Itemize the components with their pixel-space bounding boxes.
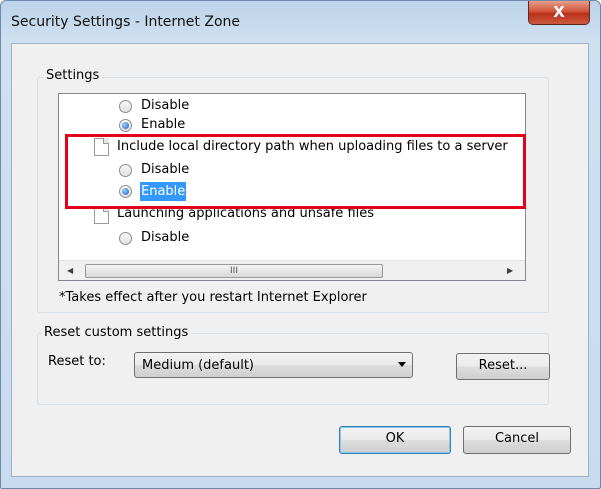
reset-level-select[interactable]: Medium (default) [134, 352, 413, 378]
settings-tree-list[interactable]: Disable Enable Include local directory p… [58, 93, 526, 281]
reset-group-label: Reset custom settings [41, 325, 192, 340]
radio-disable[interactable] [119, 100, 132, 113]
scroll-left-icon[interactable]: ◀ [67, 266, 73, 275]
horizontal-scrollbar[interactable]: ◀ III ▶ [59, 260, 525, 280]
category-label: Launching applications and unsafe files [117, 206, 375, 221]
radio-enable[interactable] [119, 185, 132, 198]
reset-to-label: Reset to: [48, 354, 106, 369]
option-label-selected: Enable [140, 182, 187, 201]
scroll-right-icon[interactable]: ▶ [507, 266, 513, 275]
restart-note: *Takes effect after you restart Internet… [59, 290, 367, 305]
radio-enable[interactable] [119, 119, 132, 132]
window-title: Security Settings - Internet Zone [11, 14, 240, 30]
security-settings-dialog: Security Settings - Internet Zone X Sett… [0, 0, 601, 489]
close-icon: X [553, 3, 565, 21]
setting-page-icon [94, 138, 109, 156]
radio-disable[interactable] [119, 232, 132, 245]
cancel-button[interactable]: Cancel [463, 426, 571, 454]
category-label: Include local directory path when upload… [117, 139, 508, 154]
settings-group-label: Settings [43, 68, 103, 83]
setting-page-icon [94, 206, 109, 224]
grip-icon: III [230, 266, 238, 276]
title-bar[interactable]: Security Settings - Internet Zone X [1, 1, 601, 35]
option-label: Disable [141, 162, 190, 177]
chevron-down-icon [398, 362, 406, 367]
scroll-thumb[interactable]: III [85, 264, 383, 278]
close-button[interactable]: X [528, 1, 590, 25]
option-label: Disable [141, 230, 190, 245]
option-label: Enable [141, 117, 186, 132]
ok-button[interactable]: OK [339, 426, 451, 454]
option-label: Disable [141, 98, 190, 113]
radio-disable[interactable] [119, 164, 132, 177]
select-value: Medium (default) [142, 358, 254, 373]
reset-button[interactable]: Reset... [456, 353, 550, 380]
